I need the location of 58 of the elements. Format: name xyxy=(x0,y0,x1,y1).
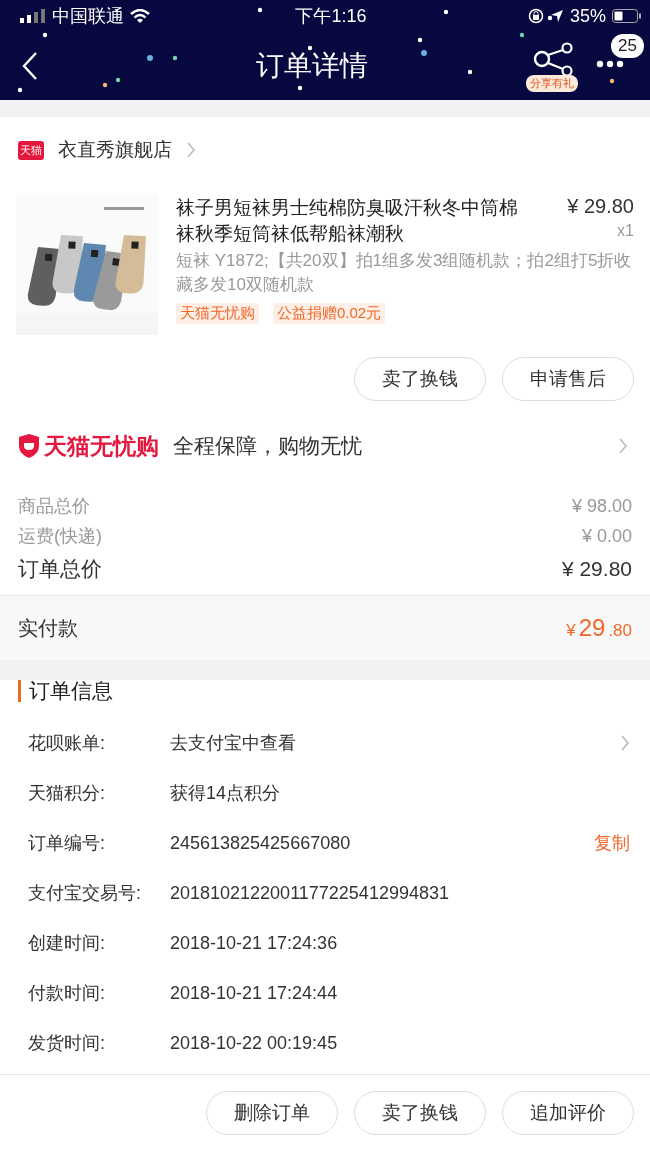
store-name[interactable]: 衣直秀旗舰店 xyxy=(58,137,172,163)
store-badge: 天猫 xyxy=(18,140,44,160)
section-title: 订单信息 xyxy=(18,680,650,702)
service-tag: 公益捐赠0.02元 xyxy=(273,303,386,324)
action-button[interactable]: 卖了换钱 xyxy=(354,357,486,401)
message-count-badge: 25 xyxy=(611,34,644,58)
more-icon[interactable] xyxy=(596,60,624,68)
info-label: 订单编号: xyxy=(28,832,106,855)
info-label: 支付宝交易号: xyxy=(28,882,142,905)
status-time: 下午1:16 xyxy=(295,5,367,28)
product-quantity: x1 xyxy=(617,222,634,240)
info-value[interactable]: 去支付宝中查看 xyxy=(170,731,620,755)
share-icon[interactable] xyxy=(533,42,575,76)
product-title[interactable]: 袜子男短袜男士纯棉防臭吸汗秋冬中筒棉袜秋季短筒袜低帮船袜潮秋 xyxy=(176,195,532,247)
rotation-lock-icon xyxy=(527,8,544,24)
price-label: 订单总价 xyxy=(18,556,102,582)
info-label: 付款时间: xyxy=(28,982,106,1005)
chevron-right-icon xyxy=(618,437,628,455)
action-button[interactable]: 删除订单 xyxy=(206,1091,338,1135)
info-value: 245613825425667080 xyxy=(170,832,352,854)
location-arrow-icon xyxy=(549,9,564,23)
info-label: 创建时间: xyxy=(28,932,106,955)
info-value: 获得14点积分 xyxy=(170,782,282,805)
price-label: 运费(快递) xyxy=(18,525,102,548)
info-value: 2018-10-21 17:24:44 xyxy=(170,982,339,1004)
action-button[interactable]: 卖了换钱 xyxy=(354,1091,486,1135)
currency-symbol: ¥ xyxy=(566,621,576,641)
info-value: 2018-10-21 17:24:36 xyxy=(170,932,339,954)
info-label: 发货时间: xyxy=(28,1032,106,1055)
guarantee-text[interactable]: 全程保障，购物无忧 xyxy=(173,432,362,460)
action-button[interactable]: 追加评价 xyxy=(502,1091,634,1135)
price-value: ¥ 0.00 xyxy=(581,525,632,547)
share-reward-badge: 分享有礼 xyxy=(526,75,578,92)
price-label: 商品总价 xyxy=(18,495,90,518)
action-button[interactable]: 申请售后 xyxy=(502,357,634,401)
back-icon[interactable] xyxy=(22,51,38,81)
battery-percent: 35% xyxy=(569,5,606,27)
product-price: ¥ 29.80 xyxy=(567,195,634,218)
info-label: 天猫积分: xyxy=(28,782,106,805)
paid-amount: 29 xyxy=(578,614,606,642)
shield-icon xyxy=(18,434,40,458)
info-value: 2018-10-22 00:19:45 xyxy=(170,1032,339,1054)
info-label: 花呗账单: xyxy=(28,732,106,755)
chevron-right-icon xyxy=(186,141,196,159)
price-value: ¥ 98.00 xyxy=(571,495,632,517)
price-value: ¥ 29.80 xyxy=(561,557,632,581)
paid-label: 实付款 xyxy=(18,615,78,641)
carrier-name: 中国联通 xyxy=(52,5,124,28)
signal-icon xyxy=(20,9,46,23)
wifi-icon xyxy=(130,8,150,24)
battery-icon xyxy=(612,9,642,23)
page-title: 订单详情 xyxy=(255,49,369,83)
service-tag: 天猫无忧购 xyxy=(176,303,259,324)
guarantee-brand: 天猫无忧购 xyxy=(44,431,159,461)
chevron-right-icon xyxy=(620,734,630,752)
paid-decimal: .80 xyxy=(608,621,632,641)
product-spec: 短袜 Y1872;【共20双】拍1组多发3组随机款；拍2组打5折收藏多发10双随机款 xyxy=(176,250,633,296)
info-value: 2018102122001177225412994831 xyxy=(170,882,450,904)
